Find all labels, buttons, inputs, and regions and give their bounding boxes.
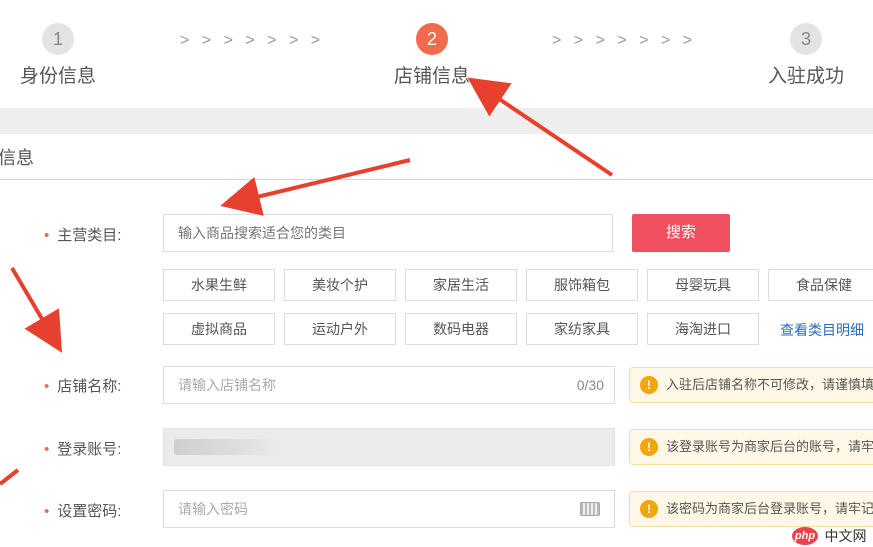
warning-icon: ! <box>640 376 658 394</box>
char-counter: 0/30 <box>576 377 604 393</box>
step-label: 身份信息 <box>19 66 96 87</box>
redacted-account-value <box>174 439 282 455</box>
shop-name-field[interactable]: 请输入店铺名称 0/30 <box>163 366 615 404</box>
view-category-details-link[interactable]: 查看类目明细 <box>780 320 864 340</box>
required-marker: • <box>44 378 50 395</box>
account-hint: ! 该登录账号为商家后台的账号，请牢记 <box>629 429 873 465</box>
password-label: • 设置密码: <box>44 503 122 520</box>
section-title: 信息 <box>0 148 34 168</box>
progress-stepper: 1 身份信息 > > > > > > > 2 店铺信息 > > > > > > … <box>0 0 873 108</box>
step-label: 入驻成功 <box>767 66 844 87</box>
category-chip[interactable]: 水果生鲜 <box>163 269 275 301</box>
category-chip[interactable]: 海淘进口 <box>647 313 759 345</box>
step-success: 3 入驻成功 <box>758 23 854 88</box>
arrow-to-shop-name <box>10 266 63 353</box>
search-button[interactable]: 搜索 <box>632 214 730 252</box>
category-search-input[interactable] <box>163 214 613 252</box>
shop-name-placeholder: 请输入店铺名称 <box>178 377 276 393</box>
category-chip[interactable]: 虚拟商品 <box>163 313 275 345</box>
step-number: 1 <box>42 23 74 55</box>
watermark: php 中文网 <box>792 526 866 547</box>
category-label: • 主营类目: <box>44 227 122 244</box>
category-chip[interactable]: 数码电器 <box>405 313 517 345</box>
step-number: 2 <box>416 23 448 55</box>
keyboard-icon[interactable] <box>580 502 600 516</box>
step-label: 店铺信息 <box>393 66 470 87</box>
watermark-text: 中文网 <box>824 528 867 544</box>
category-chip[interactable]: 家居生活 <box>405 269 517 301</box>
account-label: • 登录账号: <box>44 441 122 458</box>
step-separator: > > > > > > > <box>180 32 325 49</box>
shop-name-hint: ! 入驻后店铺名称不可修改，请谨慎填写 <box>629 367 873 403</box>
arrow-to-category-input <box>220 158 411 216</box>
category-chip[interactable]: 服饰箱包 <box>526 269 638 301</box>
warning-icon: ! <box>640 438 658 456</box>
password-hint: ! 该密码为商家后台登录账号，请牢记 <box>629 491 873 527</box>
step-separator: > > > > > > > <box>552 32 697 49</box>
required-marker: • <box>44 503 50 520</box>
category-chip[interactable]: 家纺家具 <box>526 313 638 345</box>
section-divider <box>0 179 873 180</box>
divider-band <box>0 108 873 134</box>
required-marker: • <box>44 441 50 458</box>
shop-name-label: • 店铺名称: <box>44 378 122 395</box>
step-number: 3 <box>790 23 822 55</box>
password-field[interactable]: 请输入密码 <box>163 490 615 528</box>
required-marker: • <box>44 227 50 244</box>
password-placeholder: 请输入密码 <box>178 501 248 517</box>
category-chip[interactable]: 母婴玩具 <box>647 269 759 301</box>
step-shop-info: 2 店铺信息 <box>384 23 480 88</box>
category-chip[interactable]: 食品保健 <box>768 269 873 301</box>
php-logo: php <box>792 527 818 545</box>
arrow-fragment <box>0 468 20 486</box>
category-chip[interactable]: 美妆个护 <box>284 269 396 301</box>
step-identity: 1 身份信息 <box>10 23 106 88</box>
warning-icon: ! <box>640 500 658 518</box>
category-chip[interactable]: 运动户外 <box>284 313 396 345</box>
account-field <box>163 428 615 466</box>
